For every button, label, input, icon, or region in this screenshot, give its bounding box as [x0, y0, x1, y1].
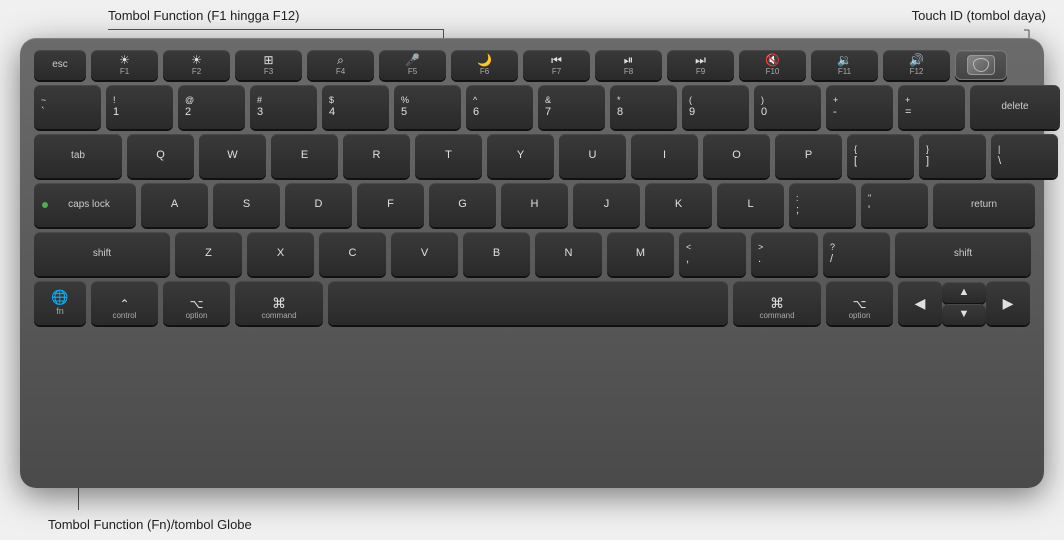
key-q[interactable]: Q: [127, 134, 194, 178]
key-caps-lock[interactable]: caps lock: [34, 183, 136, 227]
key-f11[interactable]: 🔉 F11: [811, 50, 878, 80]
key-t[interactable]: T: [415, 134, 482, 178]
key-5[interactable]: % 5: [394, 85, 461, 129]
key-f6[interactable]: 🌙 F6: [451, 50, 518, 80]
key-6[interactable]: ^ 6: [466, 85, 533, 129]
key-x[interactable]: X: [247, 232, 314, 276]
key-minus[interactable]: + -: [826, 85, 893, 129]
caps-row: caps lock A S D F G H J K L : ; " ' retu…: [34, 183, 1030, 227]
key-period[interactable]: > .: [751, 232, 818, 276]
key-4[interactable]: $ 4: [322, 85, 389, 129]
key-m[interactable]: M: [607, 232, 674, 276]
key-backslash[interactable]: | \: [991, 134, 1058, 178]
key-z[interactable]: Z: [175, 232, 242, 276]
function-row: esc ☀ F1 ☀ F2 ⊞ F3 ⌕ F4 🎤 F5 🌙 F6: [34, 50, 1030, 80]
keyboard: esc ☀ F1 ☀ F2 ⊞ F3 ⌕ F4 🎤 F5 🌙 F6: [20, 38, 1044, 488]
key-7[interactable]: & 7: [538, 85, 605, 129]
key-s[interactable]: S: [213, 183, 280, 227]
key-close-bracket[interactable]: } ]: [919, 134, 986, 178]
key-f9[interactable]: ⏭ F9: [667, 50, 734, 80]
number-row: ~ ` ! 1 @ 2 # 3 $ 4 % 5 ^ 6 & 7: [34, 85, 1030, 129]
key-equals[interactable]: + =: [898, 85, 965, 129]
key-arrow-down[interactable]: ▼: [942, 304, 986, 325]
key-arrow-up[interactable]: ▲: [942, 282, 986, 303]
arrow-key-group: ◀ ▲ ▼ ▶: [898, 281, 1030, 325]
key-fn-globe[interactable]: 🌐 fn: [34, 281, 86, 325]
key-space[interactable]: [328, 281, 728, 325]
key-command-right[interactable]: ⌘ command: [733, 281, 821, 325]
key-w[interactable]: W: [199, 134, 266, 178]
key-f7[interactable]: ⏮ F7: [523, 50, 590, 80]
key-n[interactable]: N: [535, 232, 602, 276]
key-f3[interactable]: ⊞ F3: [235, 50, 302, 80]
key-3[interactable]: # 3: [250, 85, 317, 129]
key-l[interactable]: L: [717, 183, 784, 227]
key-option-left[interactable]: ⌥ option: [163, 281, 230, 325]
key-f12[interactable]: 🔊 F12: [883, 50, 950, 80]
key-e[interactable]: E: [271, 134, 338, 178]
bottom-row: 🌐 fn ⌃ control ⌥ option ⌘ command ⌘ comm…: [34, 281, 1030, 325]
key-y[interactable]: Y: [487, 134, 554, 178]
key-f10[interactable]: 🔇 F10: [739, 50, 806, 80]
key-return[interactable]: return: [933, 183, 1035, 227]
key-2[interactable]: @ 2: [178, 85, 245, 129]
key-o[interactable]: O: [703, 134, 770, 178]
key-9[interactable]: ( 9: [682, 85, 749, 129]
tab-row: tab Q W E R T Y U I O P { [ } ] | \: [34, 134, 1030, 178]
key-v[interactable]: V: [391, 232, 458, 276]
key-a[interactable]: A: [141, 183, 208, 227]
key-semicolon[interactable]: : ;: [789, 183, 856, 227]
key-open-bracket[interactable]: { [: [847, 134, 914, 178]
key-shift-right[interactable]: shift: [895, 232, 1031, 276]
arrow-up-down-group: ▲ ▼: [942, 282, 986, 325]
key-f5[interactable]: 🎤 F5: [379, 50, 446, 80]
key-f1[interactable]: ☀ F1: [91, 50, 158, 80]
key-shift-left[interactable]: shift: [34, 232, 170, 276]
key-1[interactable]: ! 1: [106, 85, 173, 129]
key-arrow-right[interactable]: ▶: [986, 281, 1030, 325]
key-option-right[interactable]: ⌥ option: [826, 281, 893, 325]
key-delete[interactable]: delete: [970, 85, 1060, 129]
key-u[interactable]: U: [559, 134, 626, 178]
annotation-fn-globe: Tombol Function (Fn)/tombol Globe: [48, 517, 252, 532]
key-f8[interactable]: ⏯ F8: [595, 50, 662, 80]
key-command-left[interactable]: ⌘ command: [235, 281, 323, 325]
key-quote[interactable]: " ': [861, 183, 928, 227]
key-tab[interactable]: tab: [34, 134, 122, 178]
key-b[interactable]: B: [463, 232, 530, 276]
key-p[interactable]: P: [775, 134, 842, 178]
key-d[interactable]: D: [285, 183, 352, 227]
key-arrow-left[interactable]: ◀: [898, 281, 942, 325]
key-j[interactable]: J: [573, 183, 640, 227]
key-esc[interactable]: esc: [34, 50, 86, 80]
key-slash[interactable]: ? /: [823, 232, 890, 276]
key-comma[interactable]: < ,: [679, 232, 746, 276]
caps-lock-indicator: [42, 202, 48, 208]
key-c[interactable]: C: [319, 232, 386, 276]
shift-row: shift Z X C V B N M < , > . ? / shift: [34, 232, 1030, 276]
key-f2[interactable]: ☀ F2: [163, 50, 230, 80]
annotation-function-keys: Tombol Function (F1 hingga F12): [108, 8, 299, 23]
key-touch-id[interactable]: [955, 50, 1007, 80]
key-f[interactable]: F: [357, 183, 424, 227]
globe-icon: 🌐: [51, 289, 68, 306]
key-control-left[interactable]: ⌃ control: [91, 281, 158, 325]
key-i[interactable]: I: [631, 134, 698, 178]
key-r[interactable]: R: [343, 134, 410, 178]
key-k[interactable]: K: [645, 183, 712, 227]
key-8[interactable]: * 8: [610, 85, 677, 129]
key-0[interactable]: ) 0: [754, 85, 821, 129]
key-h[interactable]: H: [501, 183, 568, 227]
key-g[interactable]: G: [429, 183, 496, 227]
key-backtick[interactable]: ~ `: [34, 85, 101, 129]
key-f4[interactable]: ⌕ F4: [307, 50, 374, 80]
